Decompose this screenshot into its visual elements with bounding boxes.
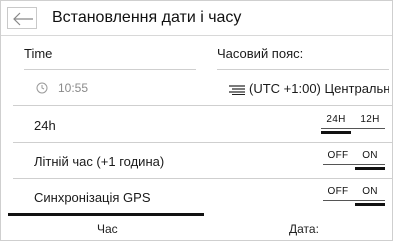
- list-icon: [229, 85, 245, 95]
- setting-row-24h: 24h 24H 12H: [1, 107, 392, 141]
- toggle-option-on[interactable]: ON: [355, 186, 385, 197]
- divider: [13, 178, 392, 179]
- toggle-track: [323, 200, 385, 201]
- divider: [13, 105, 392, 106]
- gps-sync-toggle[interactable]: OFF ON: [323, 186, 385, 208]
- timezone-label: Часовий пояс:: [217, 46, 304, 61]
- setting-label: 24h: [34, 118, 56, 133]
- toggle-selected-indicator: [321, 131, 351, 134]
- toggle-track: [321, 128, 385, 129]
- tab-time-label: Час: [97, 222, 118, 236]
- page-title: Встановлення дати і часу: [52, 9, 242, 26]
- toggle-option-off[interactable]: OFF: [323, 150, 353, 161]
- setting-row-gps-sync: Синхронізація GPS OFF ON: [1, 180, 392, 212]
- divider: [24, 69, 196, 70]
- setting-label: Синхронізація GPS: [34, 190, 151, 205]
- setting-label: Літній час (+1 година): [34, 154, 165, 169]
- time-value: 10:55: [58, 81, 89, 95]
- toggle-option-off[interactable]: OFF: [323, 186, 353, 197]
- toggle-option-12h[interactable]: 12H: [355, 114, 385, 125]
- timezone-value: (UTC +1:00) Центральна ...: [249, 81, 389, 96]
- clock-format-toggle[interactable]: 24H 12H: [321, 114, 385, 136]
- divider: [217, 69, 389, 70]
- timezone-selector[interactable]: (UTC +1:00) Центральна ...: [225, 77, 391, 99]
- toggle-option-on[interactable]: ON: [355, 150, 385, 161]
- toggle-selected-indicator: [355, 167, 385, 170]
- toggle-track: [323, 164, 385, 165]
- back-arrow-icon: [13, 12, 33, 26]
- divider: [13, 142, 392, 143]
- header-bar: Встановлення дати і часу: [1, 1, 392, 36]
- clock-icon: [36, 82, 48, 94]
- dst-toggle[interactable]: OFF ON: [323, 150, 385, 172]
- date-time-settings-screen: Встановлення дати і часу Time Часовий по…: [0, 0, 393, 241]
- time-label: Time: [24, 46, 53, 61]
- time-value-field[interactable]: 10:55: [31, 77, 191, 99]
- toggle-option-24h[interactable]: 24H: [321, 114, 351, 125]
- toggle-selected-indicator: [355, 203, 385, 206]
- back-button[interactable]: [7, 7, 37, 29]
- setting-row-dst: Літній час (+1 година) OFF ON: [1, 144, 392, 178]
- tab-date-label: Дата:: [289, 222, 319, 236]
